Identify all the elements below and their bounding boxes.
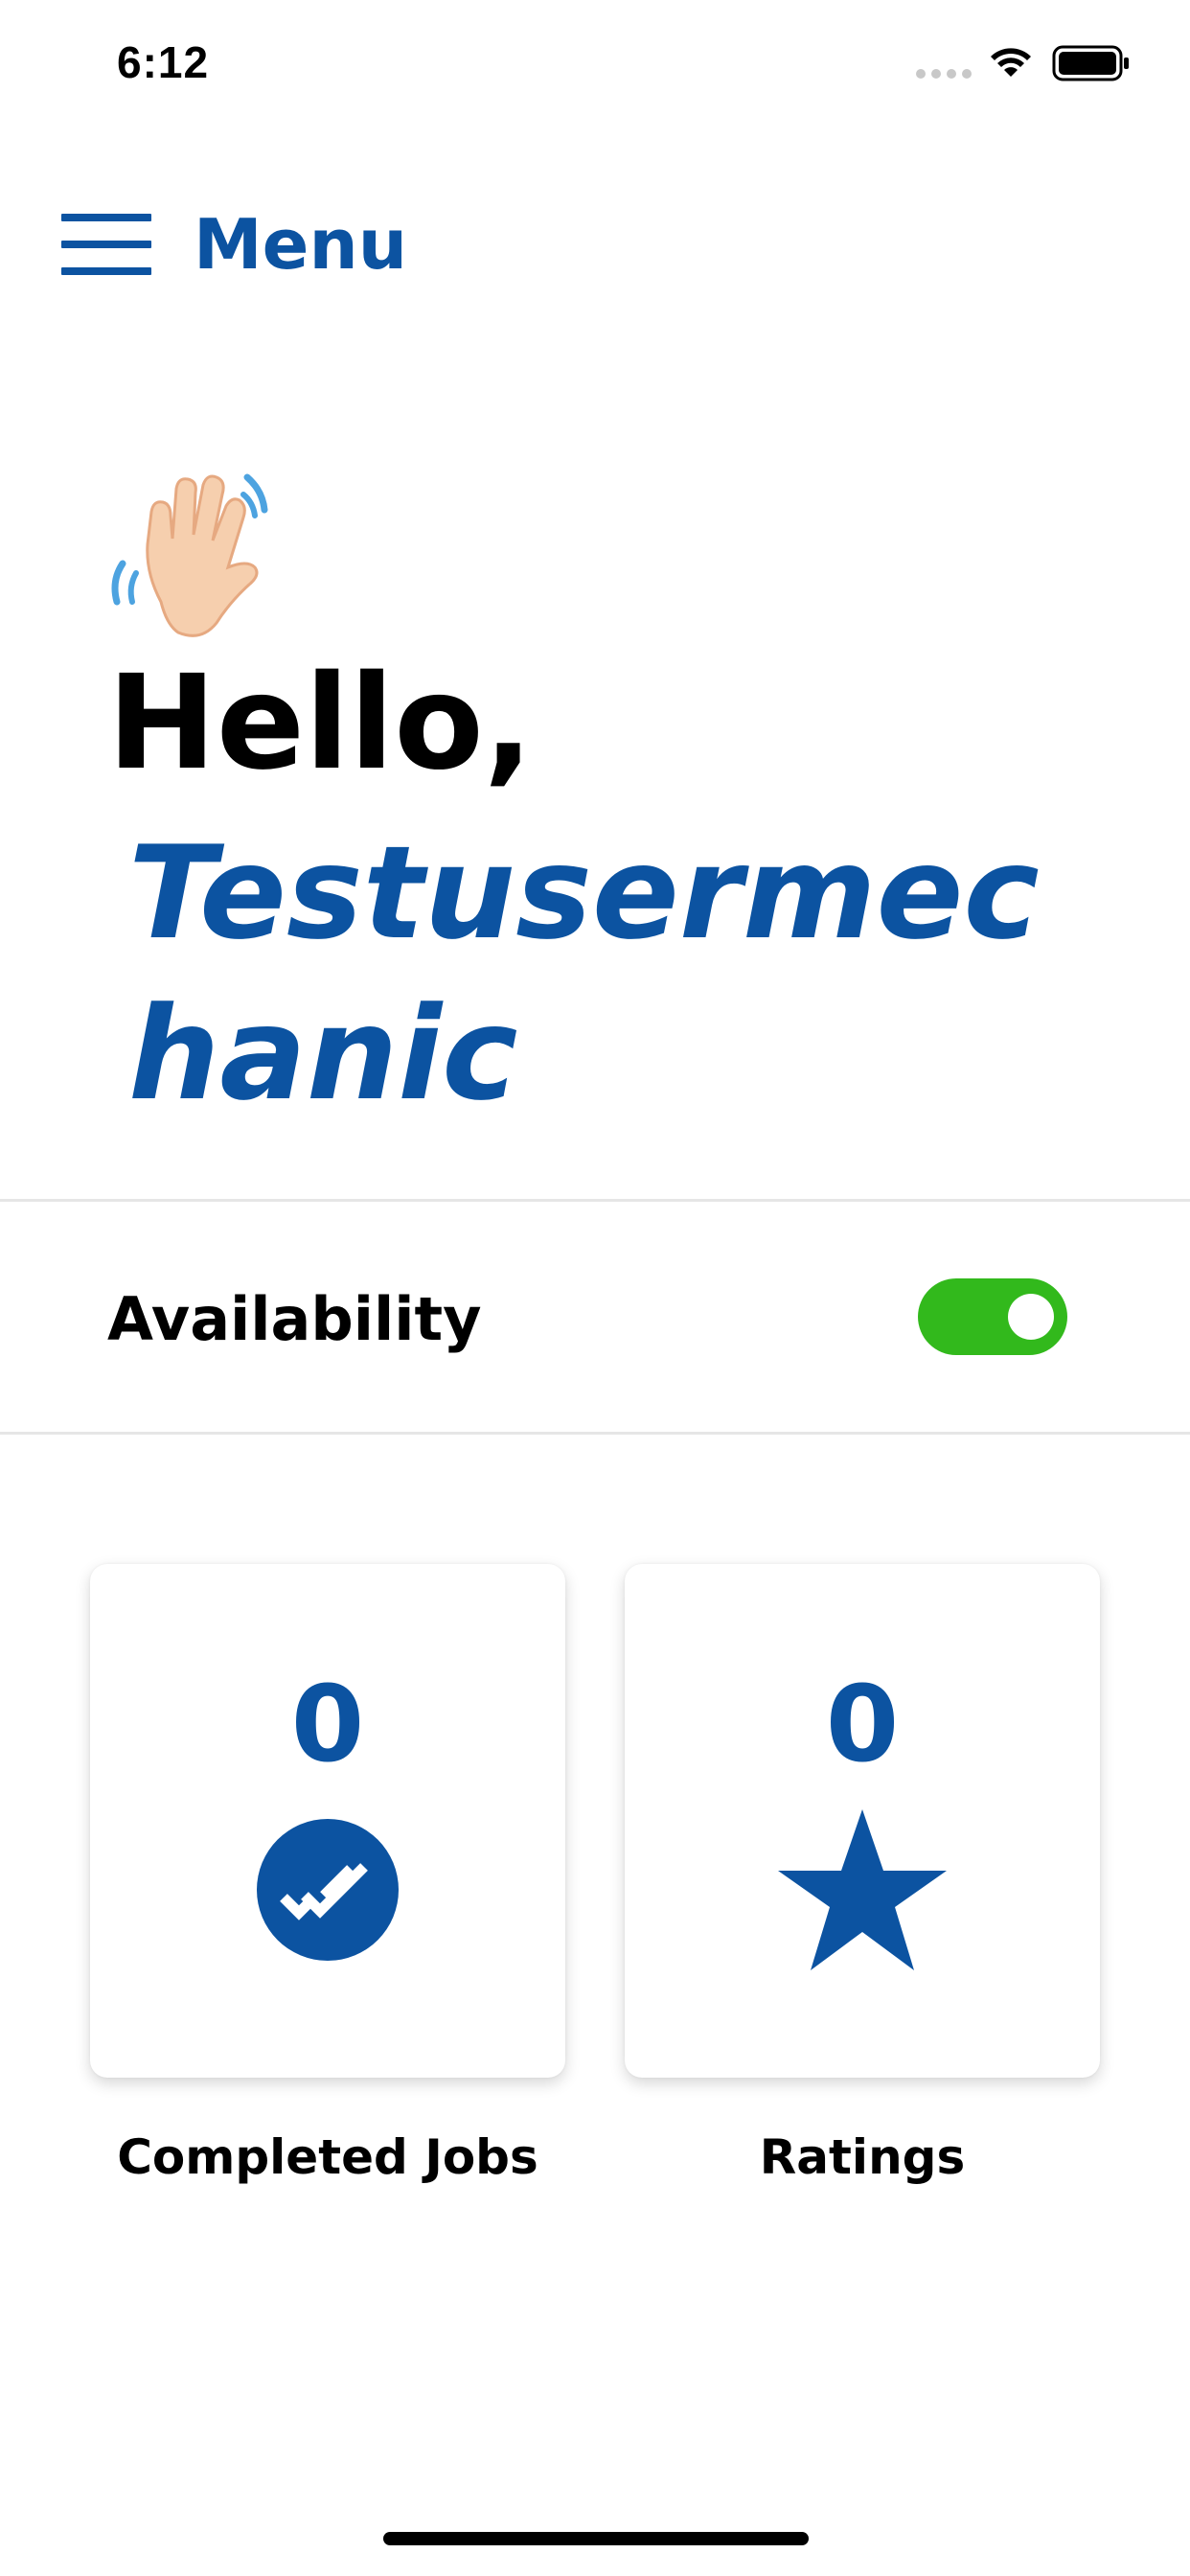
- toggle-knob: [1008, 1294, 1054, 1340]
- wifi-icon: [991, 48, 1031, 77]
- ratings-count: 0: [825, 1663, 900, 1785]
- star-icon: [778, 1809, 947, 1970]
- battery-icon: [1052, 45, 1129, 81]
- menu-header: Menu: [61, 192, 407, 297]
- completed-jobs-card[interactable]: 0: [90, 1564, 565, 2078]
- double-check-icon: [257, 1819, 399, 1961]
- divider-top: [0, 1199, 1190, 1202]
- status-time: 6:12: [117, 37, 210, 87]
- home-indicator[interactable]: [383, 2532, 809, 2545]
- menu-button[interactable]: Menu: [194, 204, 407, 285]
- availability-label: Availability: [107, 1284, 482, 1354]
- availability-toggle[interactable]: [918, 1278, 1067, 1355]
- divider-bottom: [0, 1432, 1190, 1435]
- completed-jobs-label: Completed Jobs: [117, 2129, 538, 2185]
- waving-hand-icon: [111, 473, 268, 637]
- ratings-label: Ratings: [759, 2129, 966, 2185]
- completed-jobs-count: 0: [290, 1663, 365, 1785]
- status-bar: 6:12: [0, 0, 1190, 126]
- greeting-hello: Hello,: [107, 648, 534, 799]
- hamburger-icon[interactable]: [61, 214, 151, 275]
- cellular-signal-icon: [916, 69, 972, 79]
- ratings-card[interactable]: 0: [625, 1564, 1100, 2078]
- username: Testusermechanic: [128, 818, 1040, 1129]
